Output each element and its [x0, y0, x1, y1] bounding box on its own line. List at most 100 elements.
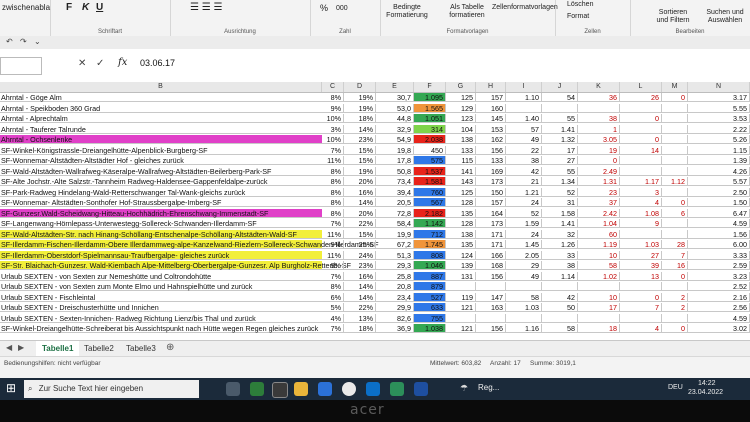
- cell-l[interactable]: 1.03: [620, 240, 662, 249]
- cell-h[interactable]: 164: [476, 208, 506, 218]
- word-icon[interactable]: [414, 382, 428, 396]
- cell-g[interactable]: 138: [446, 229, 476, 239]
- cell-m[interactable]: [662, 187, 688, 197]
- cell-h[interactable]: 168: [476, 261, 506, 270]
- cell-d[interactable]: 20%: [344, 177, 376, 186]
- cell-i[interactable]: 29: [506, 261, 542, 270]
- cell-g[interactable]: 128: [446, 198, 476, 207]
- cell-h[interactable]: 145: [476, 114, 506, 123]
- cell-h[interactable]: 160: [476, 103, 506, 113]
- cell-k[interactable]: 2.42: [578, 208, 620, 218]
- insert-function-icon[interactable]: fx: [118, 57, 127, 68]
- cell-f[interactable]: 755: [414, 313, 446, 323]
- cell-h[interactable]: 169: [476, 166, 506, 176]
- cell-n[interactable]: 2.22: [688, 124, 750, 134]
- cell-i[interactable]: [506, 282, 542, 291]
- cell-g[interactable]: [446, 313, 476, 323]
- cell-e[interactable]: 32,9: [376, 124, 414, 134]
- cell-d[interactable]: 18%: [344, 114, 376, 123]
- cell-f[interactable]: 879: [414, 282, 446, 291]
- column-header-k[interactable]: K: [578, 82, 620, 92]
- cell-b[interactable]: SF-Winkel-Dreiangelhütte-Schreiberat bis…: [0, 324, 322, 333]
- cell-c[interactable]: 5%: [322, 303, 344, 312]
- thousands-button[interactable]: 000: [336, 5, 348, 13]
- find-select-button[interactable]: Suchen und Auswählen: [704, 9, 746, 25]
- cell-i[interactable]: 24: [506, 229, 542, 239]
- cell-d[interactable]: 23%: [344, 261, 376, 270]
- cell-m[interactable]: [662, 313, 688, 323]
- cell-b[interactable]: Urlaub SEXTEN - Sexten-Innichen- Radweg …: [0, 314, 322, 323]
- weather-label[interactable]: Reg...: [478, 383, 499, 392]
- cell-k[interactable]: 1: [578, 124, 620, 134]
- chevron-down-icon[interactable]: ⌄: [34, 37, 41, 46]
- cell-j[interactable]: 54: [542, 93, 578, 102]
- cell-m[interactable]: [662, 103, 688, 113]
- cell-d[interactable]: 19%: [344, 93, 376, 102]
- cell-j[interactable]: 55: [542, 166, 578, 176]
- cell-i[interactable]: 1.59: [506, 219, 542, 228]
- cell-f[interactable]: 314: [414, 124, 446, 134]
- cell-l[interactable]: 13: [620, 271, 662, 281]
- cell-f[interactable]: 567: [414, 198, 446, 207]
- column-header-g[interactable]: G: [446, 82, 476, 92]
- confirm-icon[interactable]: ✓: [96, 58, 104, 69]
- cell-m[interactable]: 0: [662, 324, 688, 333]
- cell-l[interactable]: [620, 156, 662, 165]
- cell-e[interactable]: 29,3: [376, 261, 414, 270]
- cell-m[interactable]: [662, 135, 688, 144]
- name-box[interactable]: [0, 57, 42, 75]
- add-sheet-icon[interactable]: ⊕: [166, 342, 174, 353]
- cell-c[interactable]: 11%: [322, 229, 344, 239]
- cell-n[interactable]: 2.59: [688, 261, 750, 270]
- cell-m[interactable]: 6: [662, 208, 688, 218]
- cell-d[interactable]: 13%: [344, 313, 376, 323]
- cell-k[interactable]: [578, 103, 620, 113]
- column-header-h[interactable]: H: [476, 82, 506, 92]
- cell-c[interactable]: 9%: [322, 261, 344, 270]
- cell-n[interactable]: 3.17: [688, 93, 750, 102]
- cell-d[interactable]: 14%: [344, 124, 376, 134]
- cell-l[interactable]: 3: [620, 187, 662, 197]
- cell-f[interactable]: 1.095: [414, 93, 446, 102]
- cell-h[interactable]: 133: [476, 156, 506, 165]
- cell-f[interactable]: 450: [414, 145, 446, 155]
- cancel-icon[interactable]: ✕: [78, 58, 86, 69]
- cell-e[interactable]: 51,3: [376, 250, 414, 260]
- cell-f[interactable]: 712: [414, 229, 446, 239]
- cell-l[interactable]: 7: [620, 303, 662, 312]
- cell-i[interactable]: 57: [506, 124, 542, 134]
- cell-l[interactable]: 1.17: [620, 177, 662, 186]
- cell-m[interactable]: [662, 124, 688, 134]
- cell-e[interactable]: 44,8: [376, 114, 414, 123]
- cell-m[interactable]: [662, 219, 688, 228]
- cell-c[interactable]: 10%: [322, 135, 344, 144]
- column-header-l[interactable]: L: [620, 82, 662, 92]
- cell-e[interactable]: 23,4: [376, 292, 414, 302]
- cell-n[interactable]: 2.16: [688, 292, 750, 302]
- cell-g[interactable]: [446, 282, 476, 291]
- cell-c[interactable]: 7%: [322, 145, 344, 155]
- cell-b[interactable]: SF-Illerdamm-Oberstdorf-Spielmannsau-Tra…: [0, 250, 322, 260]
- cell-f[interactable]: 1.565: [414, 103, 446, 113]
- cell-c[interactable]: 8%: [322, 177, 344, 186]
- italic-button[interactable]: K: [82, 2, 89, 13]
- cell-b[interactable]: Ahrntal - Speikboden 360 Grad: [0, 104, 322, 113]
- cell-n[interactable]: 3.33: [688, 250, 750, 260]
- cell-e[interactable]: 19,8: [376, 145, 414, 155]
- cell-k[interactable]: 36: [578, 93, 620, 102]
- cell-h[interactable]: 173: [476, 177, 506, 186]
- cell-i[interactable]: 1.21: [506, 187, 542, 197]
- cell-g[interactable]: 125: [446, 187, 476, 197]
- cell-i[interactable]: 1.45: [506, 240, 542, 249]
- cell-e[interactable]: 36,9: [376, 324, 414, 333]
- cell-k[interactable]: [578, 313, 620, 323]
- column-header-f[interactable]: F: [414, 82, 446, 92]
- format-as-table-button[interactable]: Als Tabelle formatieren: [442, 4, 492, 20]
- cell-i[interactable]: 1.10: [506, 93, 542, 102]
- cell-k[interactable]: 3.05: [578, 135, 620, 144]
- cell-i[interactable]: [506, 313, 542, 323]
- cell-c[interactable]: 8%: [322, 187, 344, 197]
- cell-i[interactable]: 38: [506, 156, 542, 165]
- cell-h[interactable]: 163: [476, 303, 506, 312]
- tab-nav-left-icon[interactable]: ◀: [6, 343, 12, 352]
